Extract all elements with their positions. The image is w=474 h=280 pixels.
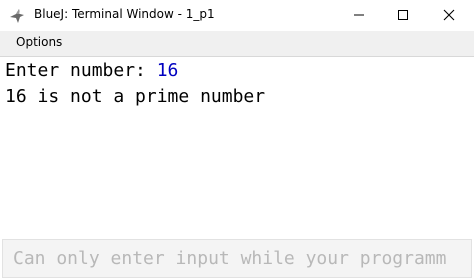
maximize-icon xyxy=(397,6,409,25)
terminal-line: 16 is not a prime number xyxy=(5,86,266,107)
close-button[interactable] xyxy=(426,0,472,31)
minimize-button[interactable] xyxy=(336,0,382,31)
terminal-output[interactable]: Enter number: 16 16 is not a prime numbe… xyxy=(0,57,474,237)
window-title: BlueJ: Terminal Window - 1_p1 xyxy=(34,7,215,21)
title-bar: BlueJ: Terminal Window - 1_p1 xyxy=(0,0,474,31)
terminal-line: Enter number: 16 xyxy=(5,60,178,82)
minimize-icon xyxy=(353,6,365,25)
menu-bar: Options xyxy=(0,31,474,57)
menu-options[interactable]: Options xyxy=(16,35,62,49)
bluej-bird-icon xyxy=(8,7,26,25)
terminal-prompt: Enter number: xyxy=(5,60,157,81)
maximize-button[interactable] xyxy=(380,0,426,31)
terminal-user-input: 16 xyxy=(156,60,179,81)
close-icon xyxy=(443,6,455,25)
terminal-input-area xyxy=(2,239,472,278)
terminal-input-field[interactable] xyxy=(3,240,471,277)
